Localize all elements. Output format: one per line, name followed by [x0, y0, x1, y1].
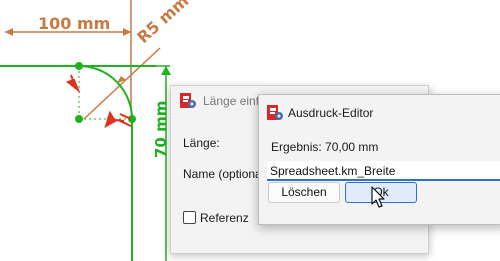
fillet-arc[interactable]: [78, 65, 133, 120]
name-optional-label: Name (optional): [183, 167, 269, 181]
height-dimension-label[interactable]: 70 mm: [152, 101, 170, 158]
mouse-cursor-icon: [371, 186, 385, 208]
vertex-point[interactable]: [75, 62, 83, 70]
radius-leader-line: [83, 47, 161, 120]
clear-button[interactable]: Löschen: [268, 182, 340, 203]
length-dialog-title: Länge einf: [203, 94, 260, 108]
tangent-constraint-icon[interactable]: [65, 74, 81, 94]
expression-editor-title: Ausdruck-Editor: [288, 106, 374, 120]
width-dimension-label[interactable]: 100 mm: [38, 14, 110, 33]
width-dimension-arrow-left: [5, 28, 13, 36]
width-dimension-arrow-right: [123, 28, 131, 36]
length-label: Länge:: [183, 136, 220, 150]
freecad-logo-icon: [180, 93, 196, 108]
freecad-logo-icon: [267, 105, 283, 120]
reference-checkbox[interactable]: [183, 211, 196, 224]
expression-input[interactable]: Spreadsheet.km_Breite: [267, 161, 500, 181]
result-label: Ergebnis: 70,00 mm: [271, 140, 379, 154]
height-dimension-arrow: [161, 66, 171, 75]
reference-label: Referenz: [200, 211, 249, 225]
center-point[interactable]: [75, 115, 83, 123]
